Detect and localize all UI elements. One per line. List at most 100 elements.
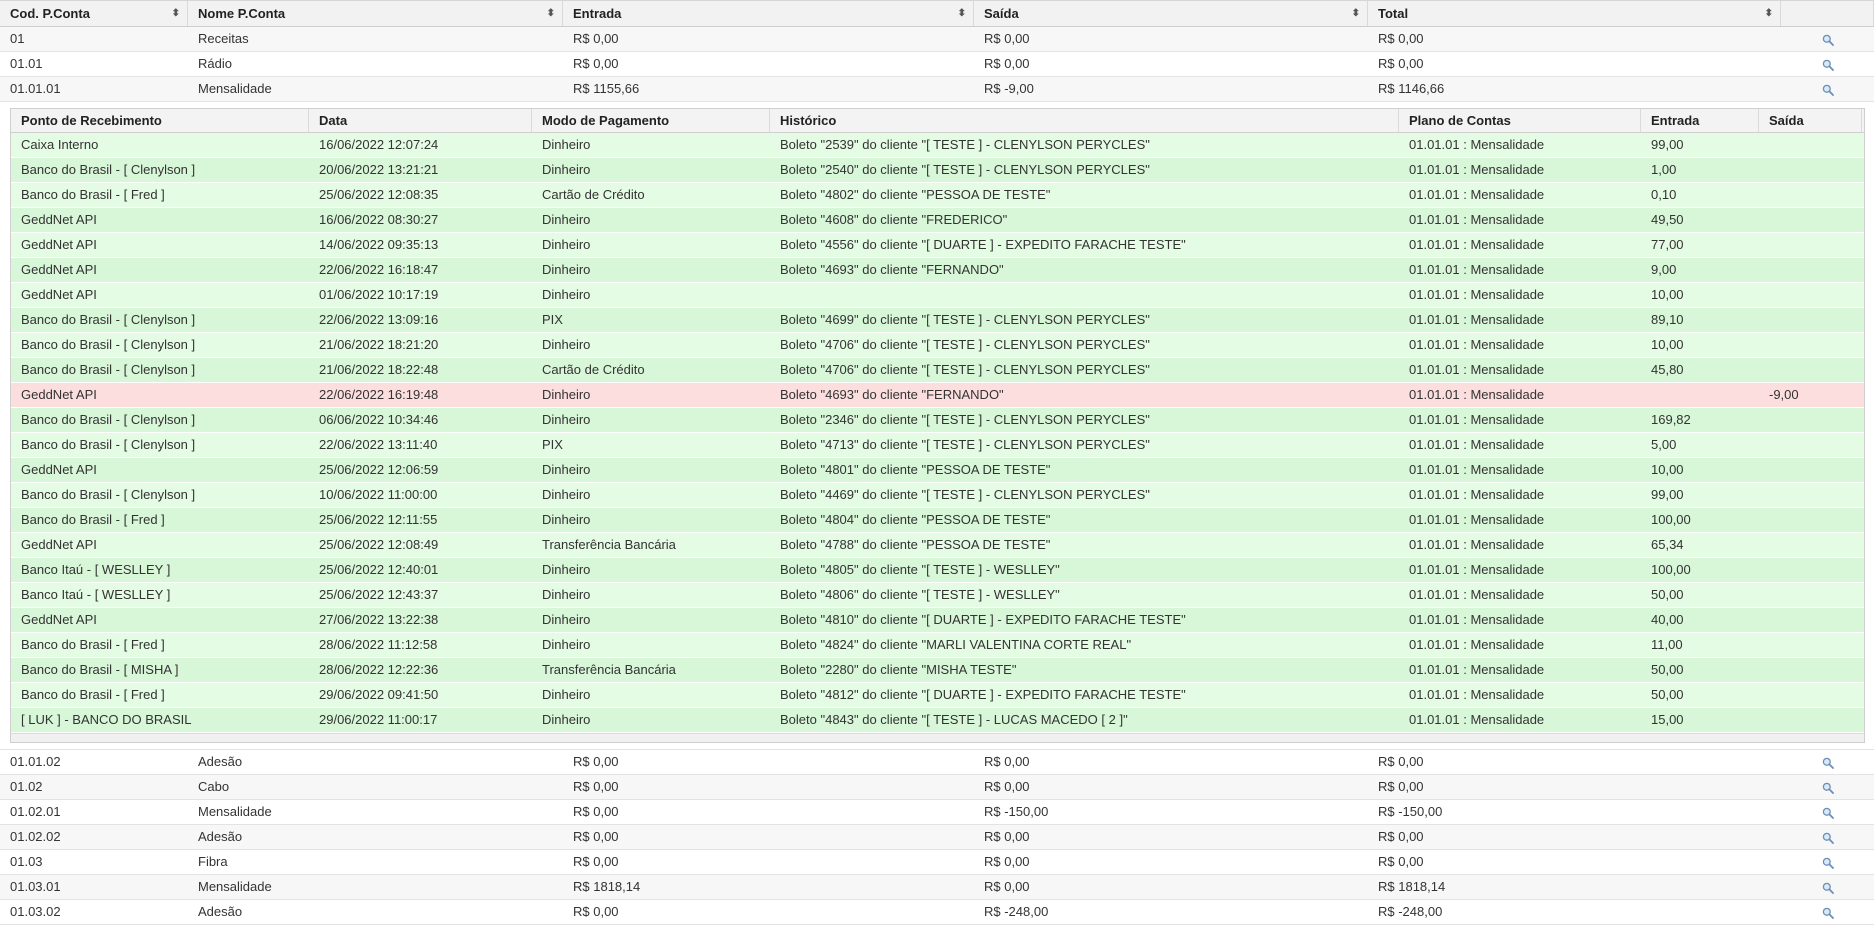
magnifier-icon[interactable] [1822,878,1834,894]
table-row[interactable]: 01.02.01 Mensalidade R$ 0,00 R$ -150,00 R$ -… [0,800,1874,825]
detail-header-historico[interactable]: Histórico [770,109,1399,132]
data-pagamento: 22/06/2022 13:09:16 [319,312,439,327]
detail-row[interactable]: Banco Itaú - [ WESLLEY ] 25/06/2022 12:40… [11,558,1864,583]
table-row[interactable]: 01.03.02 Adesão R$ 0,00 R$ -248,00 R$ -248,0… [0,900,1874,925]
detail-row[interactable]: GeddNet API 22/06/2022 16:18:47 Dinheiro Bo… [11,258,1864,283]
magnifier-icon[interactable] [1822,55,1834,71]
table-row[interactable]: 01.02 Cabo R$ 0,00 R$ 0,00 R$ 0,00 [0,775,1874,800]
view-details-button[interactable] [1781,52,1874,76]
detail-header-ponto[interactable]: Ponto de Recebimento [11,109,309,132]
detail-header-saida[interactable]: Saída [1759,109,1862,132]
detail-row[interactable]: Banco do Brasil - [ Fred ] 29/06/2022 09:… [11,683,1864,708]
header-total[interactable]: Total ⬍ [1368,1,1781,26]
historico: Boleto "4843" do cliente "[ TESTE ] - LU… [780,712,1128,727]
data-pagamento: 22/06/2022 16:19:48 [319,387,439,402]
modo-pagamento: Dinheiro [542,562,591,577]
magnifier-icon[interactable] [1822,80,1834,96]
detail-row[interactable]: GeddNet API 27/06/2022 13:22:38 Dinheiro Bo… [11,608,1864,633]
detail-row[interactable]: GeddNet API 25/06/2022 12:06:59 Dinheiro Bo… [11,458,1864,483]
magnifier-icon[interactable] [1822,30,1834,46]
saida-value [1759,483,1862,507]
view-details-button[interactable] [1781,875,1874,899]
modo-pagamento: Dinheiro [542,712,591,727]
account-rows-top: 01 Receitas R$ 0,00 R$ 0,00 R$ 0,00 01.01 Rádi… [0,27,1874,102]
entrada-value: 50,00 [1651,687,1684,702]
view-details-button[interactable] [1781,77,1874,101]
detail-row[interactable]: Banco do Brasil - [ Fred ] 28/06/2022 11:… [11,633,1864,658]
saida-value: -9,00 [1769,387,1799,402]
table-row[interactable]: 01 Receitas R$ 0,00 R$ 0,00 R$ 0,00 [0,27,1874,52]
view-details-button[interactable] [1781,27,1874,51]
detail-row[interactable]: Banco do Brasil - [ Clenylson ] 22/06/202… [11,308,1864,333]
historico: Boleto "4804" do cliente "PESSOA DE TEST… [780,512,1051,527]
header-nome-conta[interactable]: Nome P.Conta ⬍ [188,1,563,26]
entrada-value: 100,00 [1651,562,1691,577]
cod-conta: 01.03.02 [10,904,61,919]
entrada-value: 40,00 [1651,612,1684,627]
view-details-button[interactable] [1781,775,1874,799]
ponto-recebimento: Banco do Brasil - [ Clenylson ] [21,487,196,502]
data-pagamento: 28/06/2022 12:22:36 [319,662,439,677]
table-row[interactable]: 01.03 Fibra R$ 0,00 R$ 0,00 R$ 0,00 [0,850,1874,875]
view-details-button[interactable] [1781,800,1874,824]
detail-row[interactable]: Banco do Brasil - [ Clenylson ] 22/06/202… [11,433,1864,458]
detail-row[interactable]: Banco do Brasil - [ Clenylson ] 21/06/202… [11,358,1864,383]
magnifier-icon[interactable] [1822,778,1834,794]
sort-icon[interactable]: ⬍ [1765,1,1773,26]
detail-row[interactable]: Banco do Brasil - [ Clenylson ] 06/06/202… [11,408,1864,433]
modo-pagamento: PIX [542,437,563,452]
entrada-value: 169,82 [1651,412,1691,427]
sort-icon[interactable]: ⬍ [547,1,555,26]
table-row[interactable]: 01.01.01 Mensalidade R$ 1155,66 R$ -9,00 R$ … [0,77,1874,102]
detail-header-plano[interactable]: Plano de Contas [1399,109,1641,132]
table-row[interactable]: 01.03.01 Mensalidade R$ 1818,14 R$ 0,00 R$ 1… [0,875,1874,900]
header-cod-conta[interactable]: Cod. P.Conta ⬍ [0,1,188,26]
header-saida[interactable]: Saída ⬍ [974,1,1368,26]
plano-contas: 01.01.01 : Mensalidade [1409,337,1545,352]
saida-value: R$ -150,00 [984,804,1049,819]
table-row[interactable]: 01.01.02 Adesão R$ 0,00 R$ 0,00 R$ 0,00 [0,750,1874,775]
detail-row[interactable]: Banco Itaú - [ WESLLEY ] 25/06/2022 12:43… [11,583,1864,608]
table-row[interactable]: 01.01 Rádio R$ 0,00 R$ 0,00 R$ 0,00 [0,52,1874,77]
detail-row[interactable]: Banco do Brasil - [ Clenylson ] 21/06/202… [11,333,1864,358]
detail-row[interactable]: GeddNet API 01/06/2022 10:17:19 Dinheiro 01… [11,283,1864,308]
detail-row[interactable]: Banco do Brasil - [ Clenylson ] 20/06/202… [11,158,1864,183]
detail-row[interactable]: Banco do Brasil - [ Fred ] 25/06/2022 12:… [11,183,1864,208]
cod-conta: 01 [10,31,25,46]
detail-header-data[interactable]: Data [309,109,532,132]
detail-header-modo[interactable]: Modo de Pagamento [532,109,770,132]
view-details-button[interactable] [1781,900,1874,924]
table-row[interactable]: 01.02.02 Adesão R$ 0,00 R$ 0,00 R$ 0,00 [0,825,1874,850]
saida-value [1759,333,1862,357]
account-plan-table: Cod. P.Conta ⬍ Nome P.Conta ⬍ Entrada ⬍ Saí… [0,0,1874,925]
saida-value [1759,133,1862,157]
detail-row[interactable]: [ LUK ] - BANCO DO BRASIL 29/06/2022 11:0… [11,708,1864,733]
saida-value: R$ 0,00 [984,779,1030,794]
sort-icon[interactable]: ⬍ [958,1,966,26]
detail-row[interactable]: GeddNet API 22/06/2022 16:19:48 Dinheiro Bo… [11,383,1864,408]
view-details-button[interactable] [1781,750,1874,774]
detail-row[interactable]: Caixa Interno 16/06/2022 12:07:24 Dinheiro… [11,133,1864,158]
view-details-button[interactable] [1781,850,1874,874]
detail-row[interactable]: GeddNet API 14/06/2022 09:35:13 Dinheiro Bo… [11,233,1864,258]
detail-row[interactable]: Banco do Brasil - [ Fred ] 25/06/2022 12:… [11,508,1864,533]
entrada-value: 89,10 [1651,312,1684,327]
sort-icon[interactable]: ⬍ [1352,1,1360,26]
magnifier-icon[interactable] [1822,803,1834,819]
magnifier-icon[interactable] [1822,753,1834,769]
detail-row[interactable]: GeddNet API 25/06/2022 12:08:49 Transferên… [11,533,1864,558]
magnifier-icon[interactable] [1822,853,1834,869]
detail-row[interactable]: Banco do Brasil - [ MISHA ] 28/06/2022 12… [11,658,1864,683]
detail-row[interactable]: GeddNet API 16/06/2022 08:30:27 Dinheiro Bo… [11,208,1864,233]
magnifier-icon[interactable] [1822,828,1834,844]
modo-pagamento: Dinheiro [542,512,591,527]
saida-value: R$ 0,00 [984,31,1030,46]
header-entrada[interactable]: Entrada ⬍ [563,1,974,26]
magnifier-icon[interactable] [1822,903,1834,919]
modo-pagamento: Dinheiro [542,412,591,427]
detail-header-entrada[interactable]: Entrada [1641,109,1759,132]
horizontal-scrollbar[interactable] [11,733,1864,742]
sort-icon[interactable]: ⬍ [172,1,180,26]
view-details-button[interactable] [1781,825,1874,849]
detail-row[interactable]: Banco do Brasil - [ Clenylson ] 10/06/202… [11,483,1864,508]
